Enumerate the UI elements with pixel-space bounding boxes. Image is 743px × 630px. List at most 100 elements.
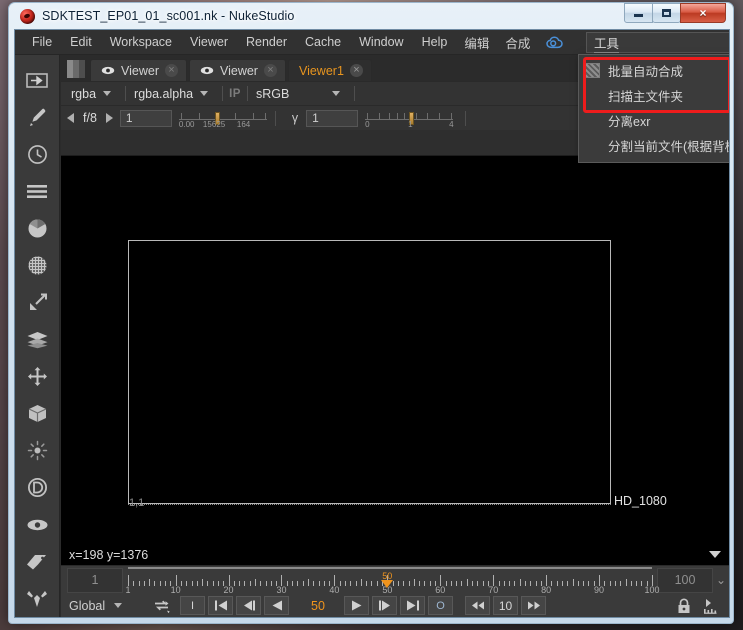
colorspace-select[interactable]: sRGB [254,87,348,101]
channel-select[interactable]: rgba [69,87,119,101]
scope-select[interactable]: Global [69,599,147,613]
sync-range-icon[interactable] [702,598,719,614]
particles-icon[interactable] [20,432,54,469]
time-clock-icon[interactable] [20,136,54,173]
eye-icon [200,66,214,75]
left-toolbar [15,55,60,617]
timeline-tick-label: 60 [435,585,446,595]
menu-item-split-exr[interactable]: 分离exr [579,108,729,133]
channel-lines-icon[interactable] [20,173,54,210]
menu-help[interactable]: Help [413,32,457,52]
menu-file[interactable]: File [23,32,61,52]
first-frame-icon [214,600,227,611]
tab-close-icon[interactable]: × [349,64,363,77]
tools-menu-button[interactable]: 工具 » [586,32,729,53]
tab-viewer1-active[interactable]: Viewer1 × [287,59,372,81]
menu-viewer[interactable]: Viewer [181,32,237,52]
menu-item-label: 分割当前文件(根据背板) [608,140,730,154]
range-end-input[interactable]: 100 [657,567,713,593]
merge-layers-icon[interactable] [20,321,54,358]
menu-item-split-current-file[interactable]: 分割当前文件(根据背板) [579,133,730,158]
menu-edit[interactable]: Edit [61,32,101,52]
set-in-point-button[interactable]: I [180,596,205,615]
image-input-icon[interactable] [20,62,54,99]
step-forward-button[interactable] [521,596,546,615]
menu-item-batch-composite[interactable]: 批量自动合成 [579,58,729,83]
last-frame-button[interactable] [400,596,425,615]
playhead[interactable]: 50 [381,572,394,588]
step-back-icon [471,601,484,610]
tab-label: Viewer1 [298,63,344,78]
fstop-label: f/8 [83,111,97,125]
gain-input[interactable]: 1 [119,109,172,127]
timeline-right-controls [677,597,729,614]
step-back-button[interactable] [465,596,490,615]
deep-icon[interactable] [20,469,54,506]
next-frame-button[interactable] [372,596,397,615]
menu-composite-cn[interactable]: 合成 [497,30,538,55]
loop-mode-button[interactable] [147,596,177,615]
gamma-label: γ [291,111,299,125]
range-start-input[interactable]: 1 [67,567,123,593]
ip-toggle[interactable]: IP [229,88,241,100]
menu-edit-cn[interactable]: 编辑 [456,30,497,55]
lock-icon[interactable] [677,597,691,614]
tab-close-icon[interactable]: × [263,64,277,77]
close-icon: × [699,6,707,20]
menu-window[interactable]: Window [350,32,412,52]
menu-render[interactable]: Render [237,32,296,52]
gamma-slider[interactable]: 0 1 4 [365,109,454,129]
timeline-tick-label: 80 [541,585,552,595]
prev-frame-button[interactable] [264,596,289,615]
minimize-button[interactable] [624,3,653,23]
tab-viewer-1[interactable]: Viewer × [90,59,187,81]
format-bounding-box [128,240,611,504]
draw-pen-icon[interactable] [20,99,54,136]
filter-sphere-icon[interactable] [20,247,54,284]
close-button[interactable]: × [680,3,726,23]
tools-dropdown-menu: 批量自动合成 扫描主文件夹 分离exr 分割当前文件(根据背板) [578,54,730,163]
transport-controls: Global I 50 O 10 [61,594,729,617]
panel-drag-handle[interactable] [67,60,85,78]
menu-item-scan-folder[interactable]: 扫描主文件夹 [579,83,729,108]
title-bar[interactable]: SDKTEST_EP01_01_sc001.nk - NukeStudio × [14,3,728,29]
chevron-down-icon[interactable] [709,551,721,558]
timeline-tick-label: 90 [594,585,605,595]
first-frame-button[interactable] [208,596,233,615]
menu-workspace[interactable]: Workspace [101,32,181,52]
tab-close-icon[interactable]: × [164,64,178,77]
layer-select[interactable]: rgba.alpha [132,87,216,101]
gain-slider[interactable]: 0.00 15 625 164 [178,109,267,129]
timeline-tick-label: 100 [644,585,660,595]
metadata-tag-icon[interactable] [20,543,54,580]
tab-label: Viewer [219,63,258,78]
play-forward-button[interactable] [344,596,369,615]
gain-decrease-icon[interactable] [67,113,74,123]
timeline-ruler[interactable]: 1 10 20 30 40 50 60 70 80 90 100 50 [125,566,660,595]
viewer-canvas[interactable]: 1,1 HD_1080 [61,155,729,565]
prev-frame-icon [272,600,282,611]
maximize-button[interactable] [652,3,681,23]
keyer-icon[interactable] [20,284,54,321]
cloud-icon[interactable] [538,35,573,49]
prev-keyframe-icon [243,600,255,611]
set-out-point-button[interactable]: O [428,596,453,615]
other-tools-icon[interactable] [20,580,54,617]
menu-cache[interactable]: Cache [296,32,350,52]
minimize-icon [634,14,643,17]
app-body: File Edit Workspace Viewer Render Cache … [14,29,730,618]
color-wheel-icon[interactable] [20,210,54,247]
step-size-input[interactable]: 10 [493,596,518,615]
transform-move-icon[interactable] [20,358,54,395]
3d-cube-icon[interactable] [20,395,54,432]
timeline-ruler-row: 1 1 10 20 30 40 50 60 70 80 90 100 50 100 ⌄ [61,566,729,595]
expand-chevron-icon[interactable]: ⌄ [713,573,729,587]
application-window: SDKTEST_EP01_01_sc001.nk - NukeStudio × … [8,2,734,624]
prev-keyframe-button[interactable] [236,596,261,615]
gamma-input[interactable]: 1 [306,109,359,127]
current-frame-input[interactable]: 50 [292,599,344,613]
gain-increase-icon[interactable] [105,113,113,123]
tab-viewer-2[interactable]: Viewer × [188,59,286,81]
timeline-range-bar [128,567,652,569]
views-eye-icon[interactable] [20,506,54,543]
